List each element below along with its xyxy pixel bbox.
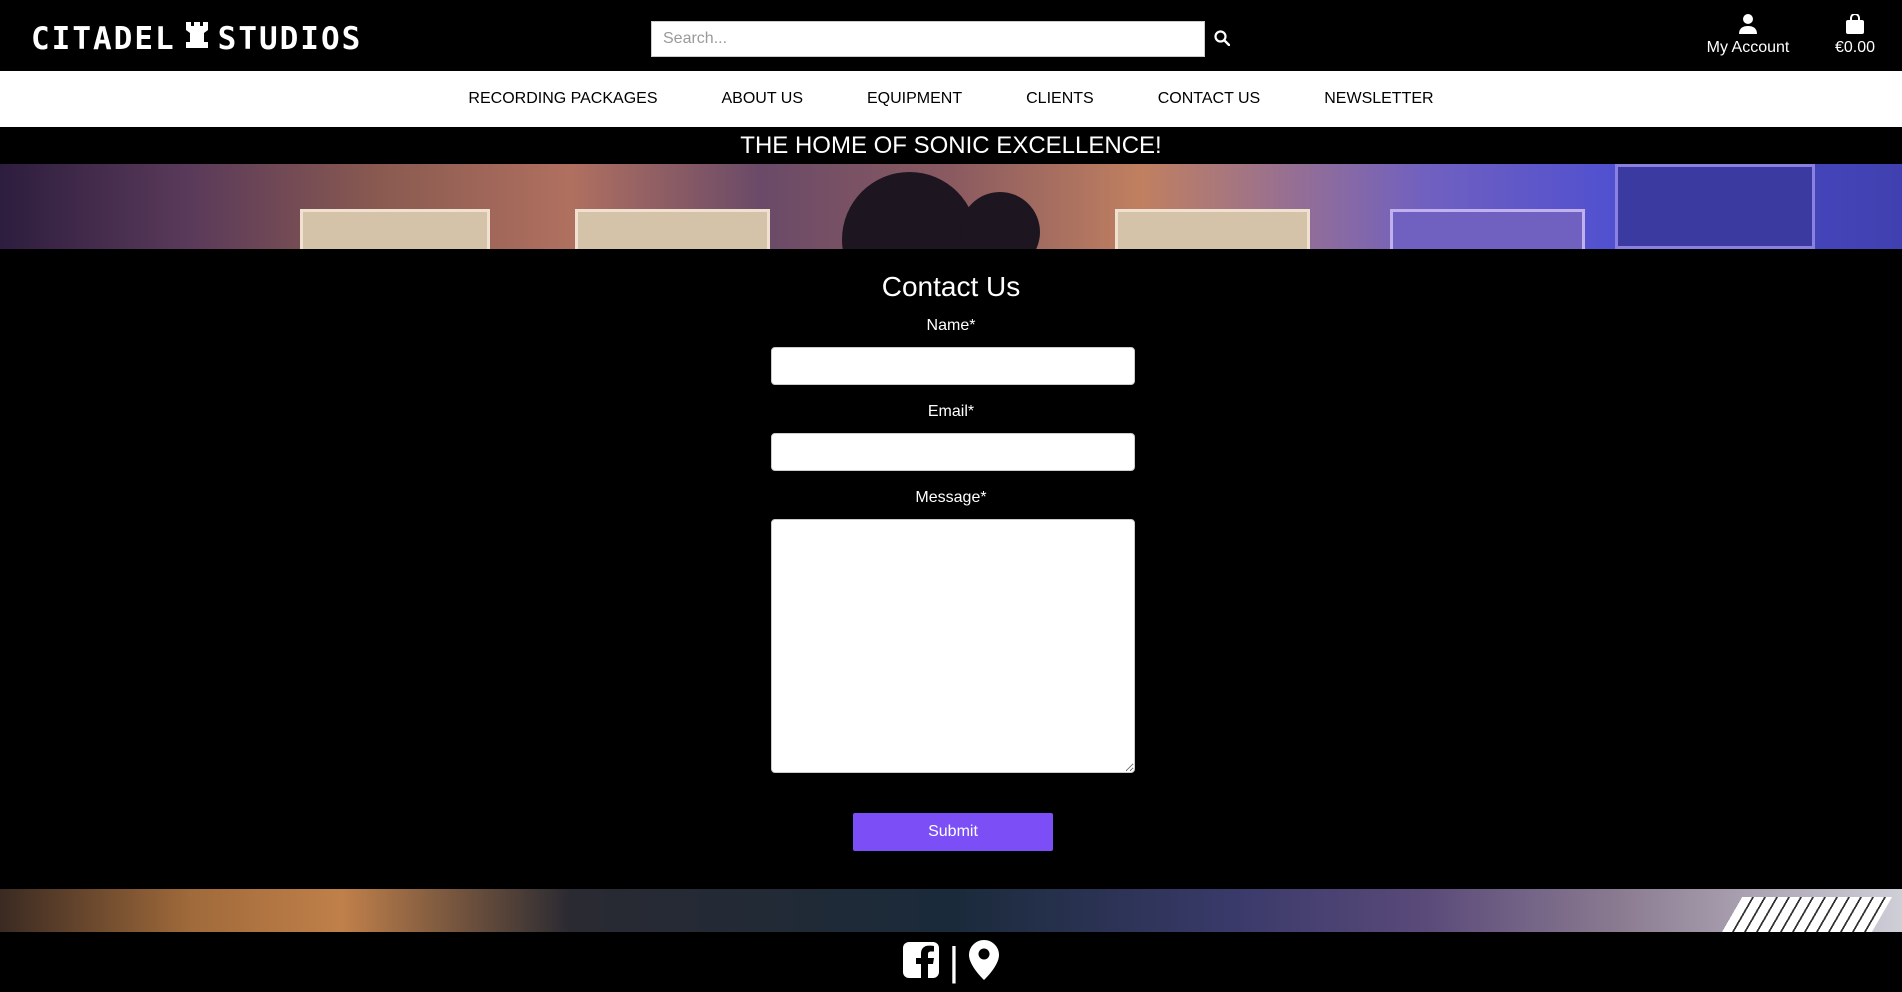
gear-clock-decoration: [960, 192, 1040, 249]
acoustic-panel: [1390, 209, 1585, 249]
footer-banner-image: [0, 889, 1902, 932]
message-label: Message*: [915, 489, 987, 506]
acoustic-panel: [575, 209, 770, 249]
nav-newsletter[interactable]: NEWSLETTER: [1324, 90, 1433, 108]
nav-clients[interactable]: CLIENTS: [1026, 90, 1094, 108]
gear-clock-decoration: [842, 172, 977, 249]
search-icon: [1213, 29, 1230, 49]
facebook-icon: [902, 941, 939, 983]
facebook-link[interactable]: [902, 941, 939, 983]
logo-text-right: STUDIOS: [217, 21, 363, 57]
contact-section: Contact Us Name* Email* Message* Submit: [0, 249, 1902, 889]
name-field[interactable]: [771, 347, 1135, 385]
logo-text-left: CITADEL: [31, 21, 176, 57]
footer-separator: |: [948, 940, 960, 984]
location-link[interactable]: [969, 939, 1000, 985]
main-nav: RECORDING PACKAGES ABOUT US EQUIPMENT CL…: [0, 71, 1902, 127]
email-label: Email*: [927, 403, 975, 420]
search-input[interactable]: [651, 21, 1205, 57]
keyboard-decoration: [1721, 897, 1893, 932]
nav-equipment[interactable]: EQUIPMENT: [867, 90, 962, 108]
my-account-link[interactable]: My Account: [1700, 14, 1796, 57]
bag-total: €0.00: [1834, 39, 1876, 56]
site-logo[interactable]: CITADEL STUDIOS: [31, 18, 362, 60]
my-account-label: My Account: [1706, 39, 1790, 56]
nav-contact-us[interactable]: CONTACT US: [1158, 90, 1261, 108]
name-label: Name*: [926, 317, 976, 334]
email-field[interactable]: [771, 433, 1135, 471]
nav-about-us[interactable]: ABOUT US: [722, 90, 804, 108]
shopping-bag-icon: [1820, 14, 1890, 34]
acoustic-panel: [300, 209, 490, 249]
map-marker-icon: [969, 939, 1000, 985]
studio-banner-image: [0, 164, 1902, 249]
search-button[interactable]: [1205, 21, 1238, 57]
search-form: [651, 21, 1238, 57]
top-header: CITADEL STUDIOS My Account: [0, 0, 1902, 71]
submit-button[interactable]: Submit: [853, 813, 1053, 851]
nav-recording-packages[interactable]: RECORDING PACKAGES: [468, 90, 657, 108]
rook-icon: [184, 20, 210, 58]
message-field[interactable]: [771, 519, 1135, 773]
acoustic-panel: [1115, 209, 1310, 249]
acoustic-panel: [1615, 164, 1815, 249]
banner-tagline: THE HOME OF SONIC EXCELLENCE!: [0, 127, 1902, 164]
footer: |: [0, 932, 1902, 992]
user-icon: [1700, 14, 1796, 34]
contact-title: Contact Us: [881, 271, 1021, 302]
shopping-bag-link[interactable]: €0.00: [1820, 14, 1890, 57]
